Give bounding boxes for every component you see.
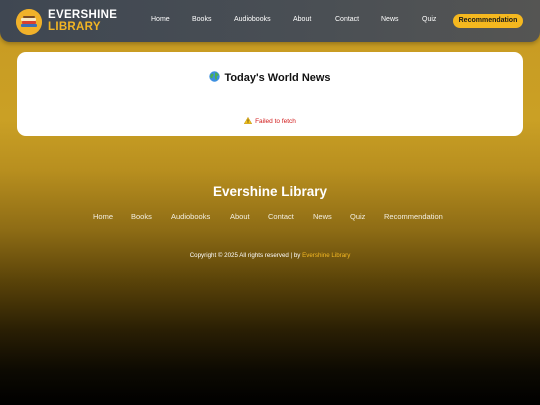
news-error: Failed to fetch bbox=[17, 116, 523, 125]
footer-link-recommendation[interactable]: Recommendation bbox=[384, 212, 443, 221]
copyright-prefix: Copyright © 2025 All rights reserved | b… bbox=[189, 252, 303, 259]
footer-link-about[interactable]: About bbox=[230, 212, 250, 221]
footer-link-news[interactable]: News bbox=[313, 212, 332, 221]
nav-quiz[interactable]: Quiz bbox=[422, 16, 436, 23]
copyright-brand-link[interactable]: Evershine Library bbox=[302, 252, 350, 259]
nav-audiobooks[interactable]: Audiobooks bbox=[234, 16, 271, 23]
nav-books[interactable]: Books bbox=[192, 16, 211, 23]
news-title: Today's World News bbox=[224, 72, 331, 84]
footer-title: Evershine Library bbox=[212, 184, 328, 199]
nav-contact[interactable]: Contact bbox=[335, 16, 359, 23]
nav-home[interactable]: Home bbox=[151, 16, 170, 23]
brand-name-top: EVERSHINE bbox=[48, 9, 118, 21]
news-heading: Today's World News bbox=[17, 71, 523, 84]
brand-name[interactable]: EVERSHINE LIBRARY bbox=[48, 9, 117, 33]
warning-icon bbox=[243, 116, 253, 124]
footer-link-audiobooks[interactable]: Audiobooks bbox=[171, 212, 210, 221]
news-error-text: Failed to fetch bbox=[255, 118, 296, 125]
footer-link-books[interactable]: Books bbox=[131, 212, 152, 221]
copyright-text: Copyright © 2025 All rights reserved | b… bbox=[0, 252, 540, 259]
footer-link-contact[interactable]: Contact bbox=[268, 212, 294, 221]
nav-news[interactable]: News bbox=[381, 16, 399, 23]
globe-icon bbox=[209, 71, 221, 82]
top-navbar: EVERSHINE LIBRARY Home Books Audiobooks … bbox=[0, 0, 540, 42]
recommendation-button[interactable]: Recommendation bbox=[453, 14, 523, 28]
books-icon[interactable] bbox=[16, 9, 42, 35]
footer-link-quiz[interactable]: Quiz bbox=[350, 212, 365, 221]
brand-name-bottom: LIBRARY bbox=[48, 21, 101, 33]
news-card: Today's World News Failed to fetch bbox=[17, 52, 523, 136]
footer-link-home[interactable]: Home bbox=[93, 212, 113, 221]
nav-about[interactable]: About bbox=[293, 16, 311, 23]
